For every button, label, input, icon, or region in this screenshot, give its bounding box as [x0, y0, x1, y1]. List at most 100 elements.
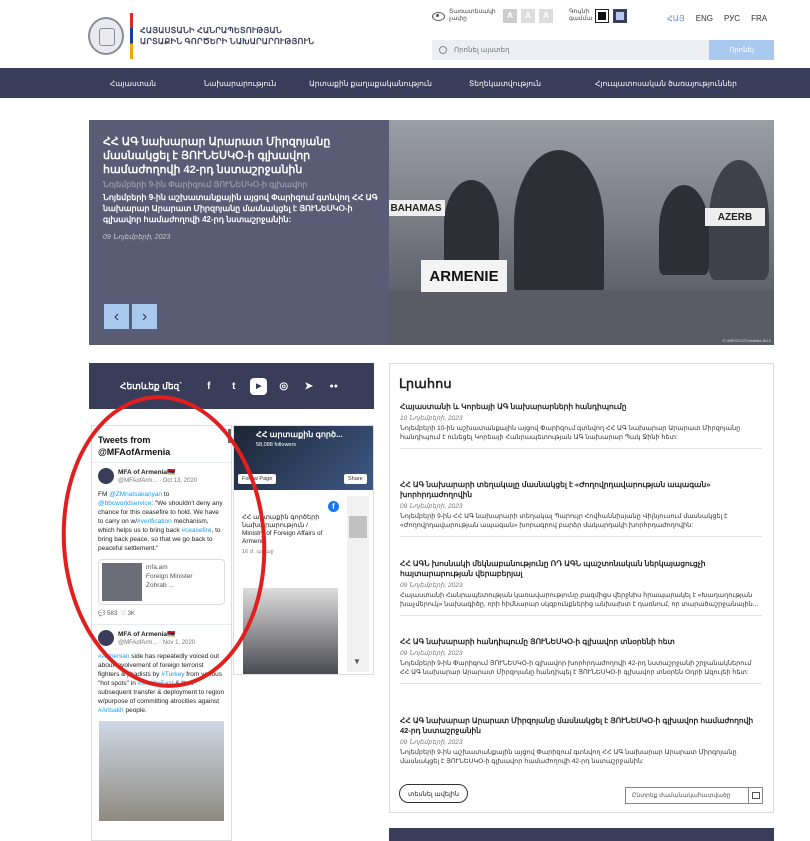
tweet-hashtag-link[interactable]: #ceasefire: [181, 527, 211, 534]
twitter-timeline[interactable]: Tweets from @MFAofArmenia MFA of Armenia…: [91, 425, 232, 841]
font-size-label: Տառատեսակի չափը: [449, 9, 496, 22]
scroll-down-icon[interactable]: ▼: [353, 657, 361, 666]
tweet[interactable]: MFA of Armenia🇦🇲 @MFAofArm... · Nov 1, 2…: [92, 624, 231, 826]
retweet-count[interactable]: 3K: [128, 611, 135, 617]
twitter-scrollbar[interactable]: [228, 429, 231, 443]
news-item-title[interactable]: ՀՀ ԱԳ նախարար Արարատ Միրզոյանը մասնակցել…: [400, 716, 762, 736]
tweet-hashtag-link[interactable]: #MiddleEast: [138, 680, 174, 687]
tweet-image[interactable]: [99, 721, 224, 821]
news-item-title[interactable]: ՀՀ ԱԳՆ խոսնակի մեկնաբանությունը ՌԴ ԱԳՆ պ…: [400, 559, 762, 579]
tweet-handle[interactable]: @MFAofArm... · Oct 13, 2020: [118, 477, 197, 486]
nav-item-ministry[interactable]: Նախարարություն: [178, 68, 302, 98]
scrollbar-thumb[interactable]: [349, 516, 367, 538]
news-item-text: Նոյեմբերի 9-ին ՀՀ ԱԳ նախարարի տեղակալ Պա…: [400, 513, 728, 529]
news-item-title[interactable]: Հայաստանի և Կորեայի ԱԳ նախարարների հանդի…: [400, 402, 762, 412]
square-icon: [598, 12, 606, 20]
facebook-page-plugin[interactable]: ՀՀ արտաքին գործ... 58,088 followers Foll…: [233, 425, 374, 675]
twitter-header-line-2[interactable]: @MFAofArmenia: [98, 446, 225, 458]
photo-person: [444, 180, 499, 270]
all-news-button[interactable]: տեսնել ավելին: [399, 784, 468, 803]
lang-ru[interactable]: РУС: [724, 14, 740, 23]
news-item[interactable]: Հայաստանի և Կորեայի ԱԳ նախարարների հանդի…: [400, 402, 762, 449]
youtube-icon[interactable]: ▶: [250, 377, 268, 395]
facebook-scrollbar[interactable]: ▼: [347, 496, 369, 672]
photo-person: [514, 150, 604, 300]
facebook-followers: 58,088 followers: [256, 442, 297, 448]
tweet-handle[interactable]: @MFAofArm... · Nov 1, 2020: [118, 639, 195, 648]
nav-item-armenia[interactable]: Հայաստան: [88, 68, 178, 98]
hero-title[interactable]: ՀՀ ԱԳ նախարար Արարատ Միրզոյանը մասնակցել…: [103, 135, 378, 177]
tweet[interactable]: MFA of Armenia🇦🇲 @MFAofArm... · Oct 13, …: [92, 462, 231, 624]
tweet-mention-link[interactable]: @ZMnatsakanyan: [109, 491, 162, 498]
color-scheme-dark-button[interactable]: [595, 9, 609, 23]
date-range-picker[interactable]: Ընտրեք ժամանակահատվածը: [625, 787, 763, 804]
facebook-follow-button[interactable]: Follow Page: [238, 474, 277, 484]
search-input[interactable]: [454, 40, 709, 60]
photo-plate-right: AZERB: [705, 208, 765, 226]
news-item-date: 09 Նոյեմբերի, 2023: [400, 582, 463, 589]
facebook-icon[interactable]: f: [200, 378, 217, 395]
color-scheme-blue-button[interactable]: [613, 9, 627, 23]
tweet-hashtag-link[interactable]: #Armenian: [98, 653, 129, 660]
follow-us-label: Հետևեք մեզ`: [120, 380, 183, 391]
coat-of-arms-icon: [88, 17, 124, 55]
news-item[interactable]: ՀՀ ԱԳ նախարարի տեղակալը մասնակցել է «Ժող…: [400, 480, 762, 537]
news-item[interactable]: ՀՀ ԱԳ նախարարի հանդիպումը ՅՈՒՆԵՍԿՕ-ի գլխ…: [400, 637, 762, 684]
lang-hy[interactable]: ՀԱՅ: [667, 14, 685, 23]
card-title-2: Zohrab ...: [146, 582, 174, 589]
logo-line-1: ՀԱՅԱՍՏԱՆԻ ՀԱՆՐԱՊԵՏՈՒԹՅԱՆ: [140, 26, 282, 35]
nav-item-information[interactable]: Տեղեկատվություն: [439, 68, 571, 98]
nav-item-consular[interactable]: Հյուպատոսական ծառայություններ: [571, 68, 761, 98]
twitter-header-line-1: Tweets from: [98, 435, 151, 445]
next-slide-button[interactable]: ›: [132, 304, 157, 329]
tweet-text: #Armenian side has repeatedly voiced out…: [98, 652, 225, 715]
card-image: [102, 563, 142, 601]
search-icon: [432, 40, 454, 60]
tweet-link-card[interactable]: mfa.am Foreign Minister Zohrab ...: [98, 559, 225, 605]
photo-credit: © UNESCO/Christelle ALIX: [722, 338, 771, 343]
telegram-icon[interactable]: ➤: [300, 378, 317, 395]
hero-text: ՀՀ ԱԳ նախարար Արարատ Միրզոյանը մասնակցել…: [103, 135, 378, 241]
photo-plate-left: BAHAMAS: [389, 200, 445, 216]
facebook-share-button[interactable]: Share: [344, 474, 367, 484]
facebook-post-text: ՀՀ արտաքին գործերի նախարարություն / Mini…: [242, 514, 323, 545]
calendar-icon[interactable]: [748, 787, 762, 804]
facebook-post[interactable]: ՀՀ արտաքին գործերի նախարարություն / Mini…: [234, 508, 338, 562]
heart-icon[interactable]: ♡: [121, 611, 126, 617]
avatar[interactable]: [98, 630, 114, 646]
like-count[interactable]: 583: [107, 611, 117, 617]
lang-fr[interactable]: FRA: [751, 14, 767, 23]
nav-item-foreign-policy[interactable]: Արտաքին քաղաքականություն: [302, 68, 439, 98]
hero-summary: Նոյեմբերի 9-ին աշխատանքային այցով Փարիզո…: [103, 193, 378, 224]
instagram-icon[interactable]: ◎: [275, 378, 292, 395]
lang-en[interactable]: ENG: [696, 14, 713, 23]
font-size-medium-button[interactable]: A: [521, 9, 535, 23]
twitter-icon[interactable]: t: [225, 378, 242, 395]
tweet-author[interactable]: MFA of Armenia🇦🇲: [118, 630, 195, 639]
card-site: mfa.am: [146, 564, 168, 571]
facebook-post-image[interactable]: [243, 588, 338, 674]
tweet-author[interactable]: MFA of Armenia🇦🇲: [118, 468, 197, 477]
search-button[interactable]: Որոնել: [709, 40, 774, 60]
news-item[interactable]: ՀՀ ԱԳՆ խոսնակի մեկնաբանությունը ՌԴ ԱԳՆ պ…: [400, 559, 762, 616]
font-size-large-button[interactable]: A: [539, 9, 553, 23]
photo-desk: [389, 290, 774, 345]
tweet-hashtag-link[interactable]: #Artsakh: [98, 707, 124, 714]
facebook-page-title[interactable]: ՀՀ արտաքին գործ...: [256, 430, 371, 439]
prev-slide-button[interactable]: ‹: [104, 304, 129, 329]
news-item-title[interactable]: ՀՀ ԱԳ նախարարի հանդիպումը ՅՈՒՆԵՍԿՕ-ի գլխ…: [400, 637, 762, 647]
news-item-date: 09 Նոյեմբերի, 2023: [400, 503, 463, 510]
tweet-hashtag-link[interactable]: #Turkey: [161, 671, 184, 678]
tweet-mention-link[interactable]: @bbcworldservice: [98, 500, 151, 507]
reply-icon[interactable]: 💬: [98, 611, 105, 617]
avatar[interactable]: [98, 468, 114, 484]
tweet-hashtag-link[interactable]: #verification: [137, 518, 172, 525]
news-item-date: 09 Նոյեմբերի, 2023: [400, 739, 463, 746]
flickr-icon[interactable]: ●●: [325, 378, 342, 395]
chevron-left-icon: ‹: [113, 307, 120, 325]
news-item-title[interactable]: ՀՀ ԱԳ նախարարի տեղակալը մասնակցել է «Ժող…: [400, 480, 762, 500]
hero-photo: BAHAMAS AZERB ARMENIE © UNESCO/Christell…: [389, 120, 774, 345]
font-size-small-button[interactable]: A: [503, 9, 517, 23]
news-item[interactable]: ՀՀ ԱԳ նախարար Արարատ Միրզոյանը մասնակցել…: [400, 716, 762, 772]
site-logo[interactable]: ՀԱՅԱՍՏԱՆԻ ՀԱՆՐԱՊԵՏՈՒԹՅԱՆ ԱՐՏԱՔԻՆ ԳՈՐԾԵՐԻ…: [88, 13, 314, 59]
